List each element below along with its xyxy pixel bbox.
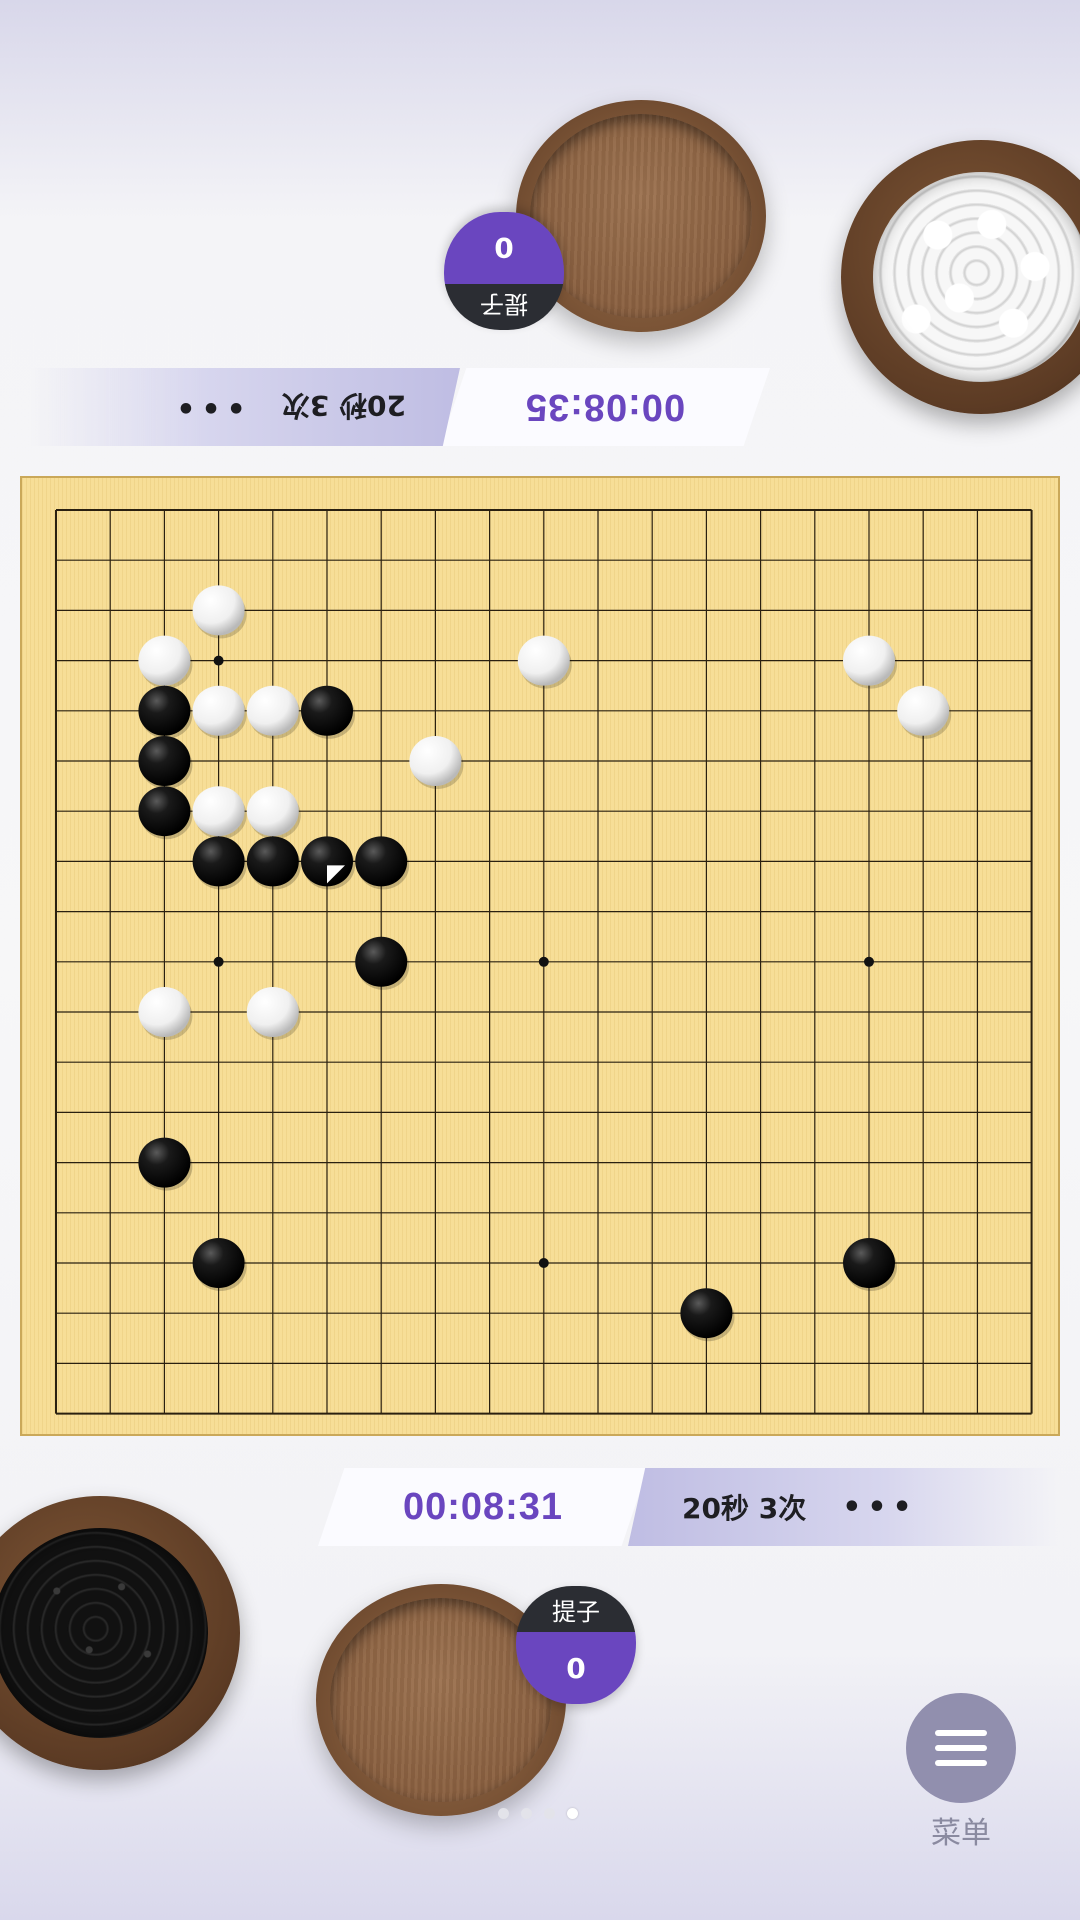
go-board[interactable] [20,476,1060,1436]
star-point [538,1258,549,1268]
player-capture-badge: 提子 0 [516,1586,636,1704]
star-point [538,956,549,967]
player-more-icon[interactable]: ••• [842,1490,918,1525]
menu-button[interactable] [906,1693,1016,1803]
opponent-byoyomi-box: 20秒 3次 ••• [30,368,460,446]
player-byoyomi-box: 20秒 3次 ••• [628,1468,1058,1546]
white-stone[interactable] [138,987,191,1037]
player-main-time: 00:08:31 [318,1468,648,1546]
black-stone[interactable] [138,685,191,736]
white-stone[interactable] [138,635,191,686]
star-point [213,956,224,967]
black-stone[interactable] [192,836,245,887]
page-indicator [498,1808,578,1819]
white-stone[interactable] [409,736,462,786]
black-stone[interactable] [301,685,353,736]
opponent-main-time: 00:08:35 [440,368,770,446]
opponent-timer-bar: 00:08:35 20秒 3次 ••• [30,368,770,446]
menu-icon-bar [935,1730,987,1736]
menu-label: 菜单 [931,1816,991,1851]
page-dot[interactable] [521,1808,532,1819]
opponent-more-icon[interactable]: ••• [170,390,246,425]
white-stone-bowl [841,140,1080,414]
white-stone[interactable] [843,635,895,686]
black-stone[interactable] [843,1238,895,1288]
page-dot[interactable] [498,1808,509,1819]
menu-icon-bar [935,1745,987,1751]
star-point [213,655,224,666]
black-stone[interactable] [246,836,299,887]
player-byoyomi: 20秒 3次 [682,1492,807,1525]
white-stone[interactable] [192,585,245,636]
opponent-capture-badge: 提子 0 [444,212,564,330]
black-stone[interactable] [192,1238,245,1288]
white-stones-pile [873,172,1080,382]
black-stone-bowl [0,1496,240,1770]
opponent-capture-label: 提子 [444,284,564,330]
black-stone[interactable] [680,1288,733,1339]
player-timer-bar: 00:08:31 20秒 3次 ••• [318,1468,1058,1546]
white-stone[interactable] [246,987,299,1037]
white-stone[interactable] [192,685,245,736]
white-stone[interactable] [192,786,245,837]
black-stone[interactable] [355,836,408,887]
player-capture-label: 提子 [516,1586,636,1632]
black-stone[interactable] [138,736,191,786]
white-stone[interactable] [246,685,299,736]
opponent-byoyomi: 20秒 3次 [281,389,406,422]
star-point [864,956,874,967]
white-stone[interactable] [517,635,570,686]
page-dot[interactable] [567,1808,578,1819]
black-stone[interactable] [355,936,408,987]
go-board-grid[interactable] [22,478,1062,1438]
menu-icon-bar [935,1760,987,1766]
black-stones-pile [0,1528,208,1738]
page-dot[interactable] [544,1808,555,1819]
black-stone[interactable] [138,786,191,837]
white-stone[interactable] [897,685,950,736]
white-stone[interactable] [246,786,299,837]
black-stone[interactable] [138,1137,191,1188]
